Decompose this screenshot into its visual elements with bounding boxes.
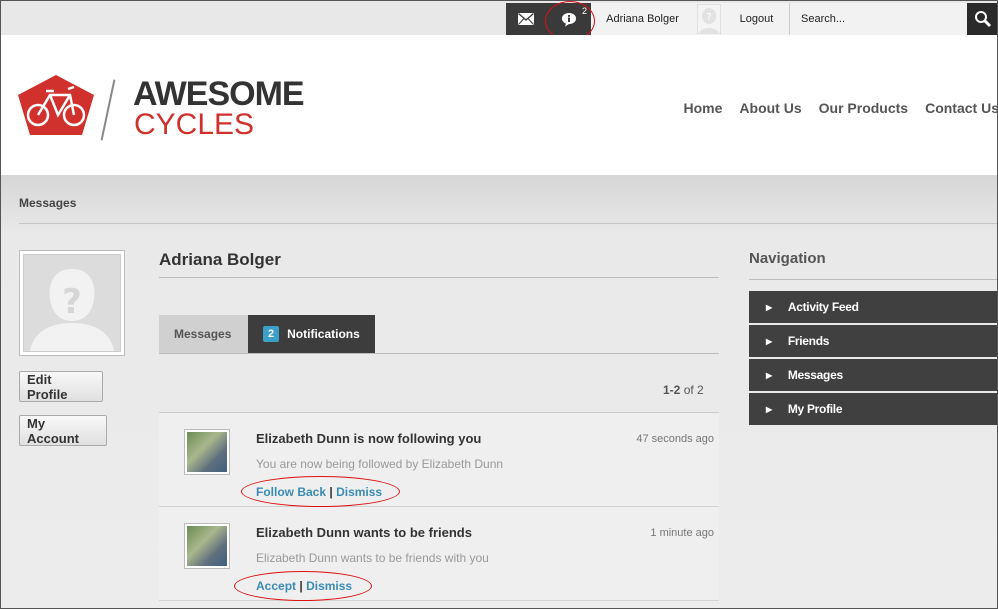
tab-bar: Messages 2 Notifications (159, 315, 375, 353)
action-separator: | (299, 579, 303, 593)
sidebar-item-label: Messages (787, 368, 843, 382)
caret-right-icon: ▶ (766, 336, 772, 346)
bicycle-logo-icon (18, 75, 94, 135)
breadcrumb: Messages (19, 196, 77, 210)
user-avatar-small[interactable]: ? (694, 3, 724, 35)
caret-right-icon: ▶ (766, 370, 772, 380)
notification-time: 47 seconds ago (636, 433, 714, 445)
notification-bubble-icon (561, 12, 576, 26)
sidebar-item-activity-feed[interactable]: ▶ Activity Feed (749, 291, 997, 323)
divider (159, 277, 719, 278)
notification-actions: Accept | Dismiss (256, 579, 352, 593)
notifications-icon-button[interactable]: 2 (546, 3, 591, 35)
nav-our-products[interactable]: Our Products (819, 100, 908, 116)
profile-avatar: ? (19, 250, 125, 356)
follow-back-link[interactable]: Follow Back (256, 485, 326, 499)
notification-text: Elizabeth Dunn wants to be friends with … (256, 551, 489, 565)
profile-name: Adriana Bolger (159, 250, 281, 269)
dismiss-link[interactable]: Dismiss (336, 485, 382, 499)
notification-actions: Follow Back | Dismiss (256, 485, 382, 499)
search-input[interactable]: Search... (790, 3, 967, 35)
sidebar-title: Navigation (749, 250, 826, 267)
nav-home[interactable]: Home (684, 100, 723, 116)
tab-messages[interactable]: Messages (159, 315, 248, 353)
notification-avatar[interactable] (184, 523, 230, 569)
svg-text:?: ? (706, 12, 711, 23)
svg-text:?: ? (62, 282, 82, 322)
pagination-range: 1-2 (663, 383, 681, 397)
sidebar-item-my-profile[interactable]: ▶ My Profile (749, 393, 997, 425)
dismiss-link[interactable]: Dismiss (306, 579, 352, 593)
logout-link[interactable]: Logout (724, 3, 790, 35)
tab-notifications[interactable]: 2 Notifications (248, 315, 375, 353)
logo-text-cycles: CYCLES (134, 108, 255, 141)
nav-about-us[interactable]: About Us (739, 100, 801, 116)
notification-item: Elizabeth Dunn wants to be friends 1 min… (159, 507, 719, 601)
search-icon (975, 11, 992, 28)
main-nav: Home About Us Our Products Contact Us (684, 100, 998, 116)
page-frame: 2 Adriana Bolger ? Logout Search... AWES… (0, 0, 998, 609)
notification-title: Elizabeth Dunn is now following you (256, 431, 482, 446)
user-name-link[interactable]: Adriana Bolger (591, 3, 694, 35)
nav-contact-us[interactable]: Contact Us (925, 100, 997, 116)
notification-avatar[interactable] (184, 429, 230, 475)
avatar-placeholder-icon: ? (24, 255, 120, 351)
divider (749, 279, 997, 280)
sidebar-item-label: Friends (787, 334, 830, 348)
sidebar-item-label: My Profile (787, 402, 843, 416)
logo-divider (100, 79, 116, 141)
avatar-placeholder-icon: ? (697, 4, 721, 34)
accept-link[interactable]: Accept (256, 579, 296, 593)
pagination-total: of 2 (683, 383, 704, 397)
logo[interactable] (16, 73, 96, 142)
sidebar-item-friends[interactable]: ▶ Friends (749, 325, 997, 357)
notification-time: 1 minute ago (650, 527, 714, 539)
notification-title: Elizabeth Dunn wants to be friends (256, 525, 472, 540)
action-separator: | (329, 485, 333, 499)
messages-icon-button[interactable] (506, 3, 546, 35)
pagination-info: 1-2 of 2 (663, 383, 704, 397)
caret-right-icon: ▶ (766, 302, 772, 312)
notification-text: You are now being followed by Elizabeth … (256, 457, 504, 471)
divider (19, 223, 997, 224)
caret-right-icon: ▶ (766, 404, 772, 414)
sidebar-nav: ▶ Activity Feed ▶ Friends ▶ Messages ▶ M… (749, 291, 997, 427)
tab-notifications-label: Notifications (287, 327, 360, 341)
sidebar-item-messages[interactable]: ▶ Messages (749, 359, 997, 391)
top-bar: 2 Adriana Bolger ? Logout Search... (1, 1, 997, 41)
notification-count: 2 (581, 6, 587, 16)
notifications-count-badge: 2 (263, 326, 280, 342)
notification-item: Elizabeth Dunn is now following you 47 s… (159, 413, 719, 507)
site-header: AWESOME CYCLES Home About Us Our Product… (1, 35, 998, 175)
divider (159, 353, 719, 354)
search-button[interactable] (967, 3, 997, 35)
envelope-icon (518, 13, 534, 25)
edit-profile-button[interactable]: Edit Profile (19, 371, 103, 402)
my-account-button[interactable]: My Account (19, 415, 107, 446)
sidebar-item-label: Activity Feed (787, 300, 859, 314)
main-content: Messages ? Edit Profile My Account Adria… (1, 175, 997, 608)
